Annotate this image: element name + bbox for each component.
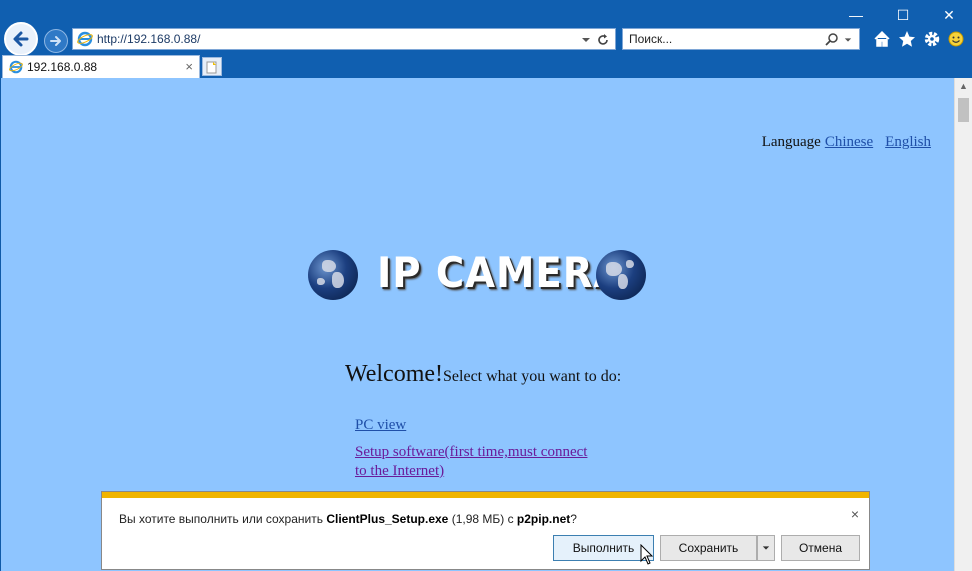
dropdown-arrow-icon	[762, 546, 770, 550]
search-dropdown-icon[interactable]	[844, 36, 852, 44]
vertical-scrollbar[interactable]: ▲	[954, 78, 972, 571]
search-icon[interactable]	[825, 32, 839, 46]
ie-icon	[77, 31, 93, 47]
download-msg-size: (1,98 МБ) с	[448, 512, 517, 526]
globe-icon	[596, 250, 646, 300]
forward-arrow-icon	[50, 36, 61, 46]
pc-view-link[interactable]: PC view	[355, 417, 406, 434]
save-options-dropdown[interactable]	[757, 535, 775, 561]
smiley-feedback-icon[interactable]	[946, 29, 966, 49]
globe-icon	[308, 250, 358, 300]
refresh-icon[interactable]	[596, 33, 610, 47]
download-bar-close-button[interactable]: ×	[851, 506, 859, 522]
setup-software-link-line2[interactable]: to the Internet)	[355, 463, 444, 480]
scroll-up-icon[interactable]: ▲	[955, 78, 972, 95]
dropdown-icon[interactable]	[581, 35, 591, 45]
minimize-button[interactable]: —	[843, 6, 869, 24]
language-chinese-link[interactable]: Chinese	[825, 134, 873, 150]
ip-camera-logo: IP CAMERA	[377, 248, 625, 297]
run-button[interactable]: Выполнить	[553, 535, 654, 561]
tab-active[interactable]: 192.168.0.88 ×	[2, 55, 200, 78]
address-bar[interactable]: http://192.168.0.88/	[72, 28, 616, 50]
back-arrow-icon	[13, 31, 29, 47]
download-bar-stripe	[102, 492, 869, 498]
download-msg-suffix: ?	[570, 512, 577, 526]
download-msg-prefix: Вы хотите выполнить или сохранить	[119, 512, 327, 526]
save-button[interactable]: Сохранить	[660, 535, 757, 561]
download-host: p2pip.net	[516, 512, 571, 526]
close-window-button[interactable]: ✕	[936, 6, 962, 24]
maximize-button[interactable]: ☐	[890, 6, 916, 24]
tab-title: 192.168.0.88	[27, 60, 98, 74]
welcome-title: Welcome!	[345, 361, 444, 387]
welcome-subtitle: Select what you want to do:	[443, 368, 622, 385]
setup-software-link-line1[interactable]: Setup software(first time,must connect	[355, 444, 587, 461]
home-icon[interactable]	[872, 29, 892, 49]
address-url: http://192.168.0.88/	[97, 32, 201, 46]
settings-gear-icon[interactable]	[922, 29, 942, 49]
back-button[interactable]	[4, 22, 38, 56]
download-notification-bar: Вы хотите выполнить или сохранить Client…	[101, 491, 870, 570]
new-tab-icon	[206, 61, 217, 74]
welcome-heading: Welcome!Select what you want to do:	[345, 361, 621, 388]
download-filename: ClientPlus_Setup.exe	[326, 512, 449, 526]
new-tab-button[interactable]	[202, 57, 222, 76]
language-english-link[interactable]: English	[885, 134, 931, 150]
language-label: Language	[761, 134, 821, 150]
search-field[interactable]: Поиск...	[622, 28, 860, 50]
ie-tab-icon	[9, 60, 23, 74]
favorites-star-icon[interactable]	[897, 29, 917, 49]
scrollbar-thumb[interactable]	[958, 98, 969, 122]
cursor-icon	[640, 544, 654, 565]
language-selector: Language Chinese English	[762, 134, 931, 151]
download-message: Вы хотите выполнить или сохранить Client…	[119, 512, 577, 526]
tab-bar: 192.168.0.88 ×	[0, 55, 972, 78]
tab-close-button[interactable]: ×	[185, 59, 193, 74]
search-placeholder: Поиск...	[629, 32, 673, 46]
cancel-button[interactable]: Отмена	[781, 535, 860, 561]
forward-button[interactable]	[44, 29, 68, 53]
